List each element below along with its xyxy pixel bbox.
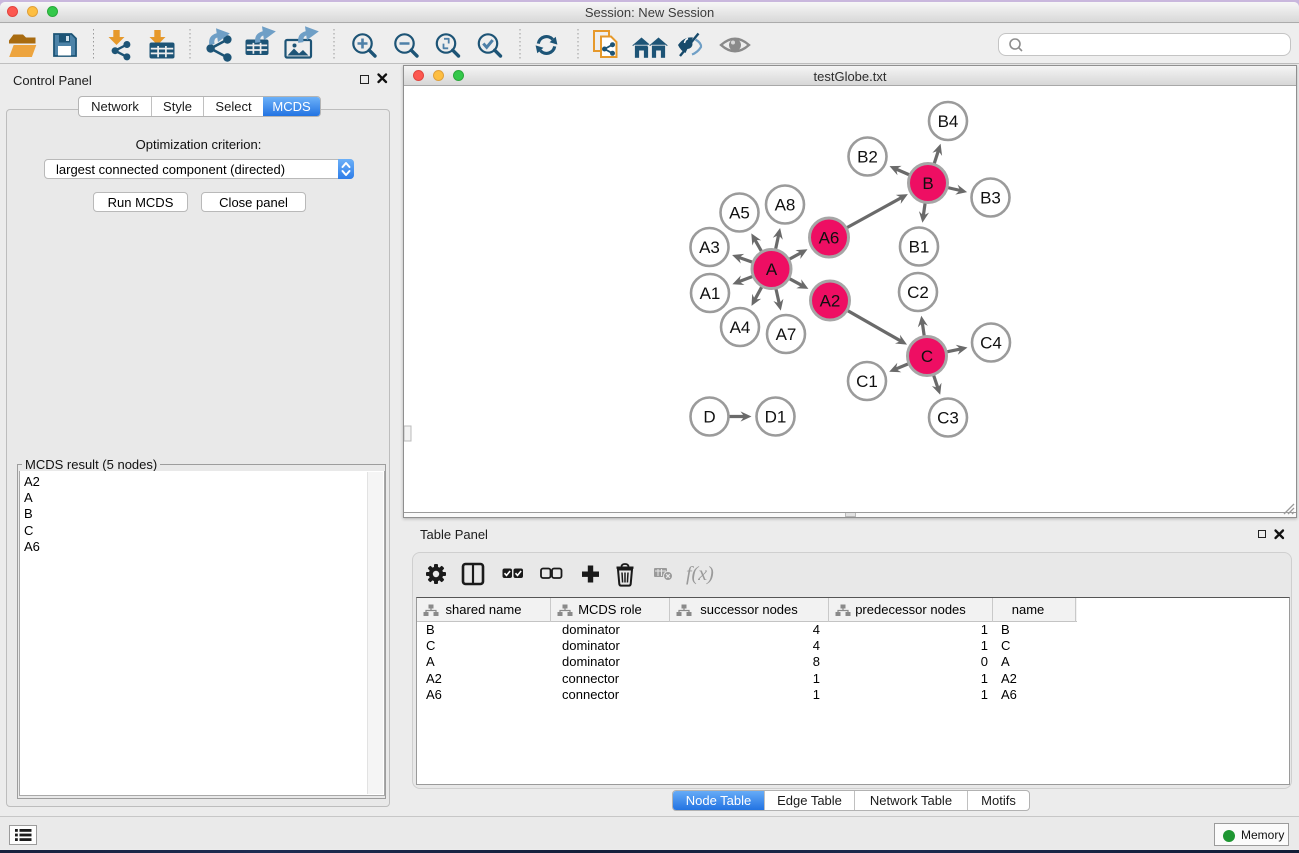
svg-text:C1: C1: [856, 372, 878, 391]
svg-text:A7: A7: [776, 325, 797, 344]
svg-text:D1: D1: [765, 408, 787, 427]
svg-text:A1: A1: [700, 284, 721, 303]
svg-text:f(x): f(x): [686, 563, 714, 585]
svg-text:B4: B4: [938, 112, 959, 131]
svg-text:A2: A2: [820, 292, 841, 311]
svg-text:C3: C3: [937, 409, 959, 428]
svg-text:A: A: [766, 260, 778, 279]
svg-text:B2: B2: [857, 148, 878, 167]
svg-text:C2: C2: [907, 283, 929, 302]
svg-text:A6: A6: [819, 229, 840, 248]
svg-text:C4: C4: [980, 334, 1002, 353]
svg-text:B: B: [922, 174, 933, 193]
svg-text:A3: A3: [699, 238, 720, 257]
svg-text:A4: A4: [730, 318, 751, 337]
svg-text:B1: B1: [909, 238, 930, 257]
svg-text:A5: A5: [729, 204, 750, 223]
svg-text:B3: B3: [980, 189, 1001, 208]
svg-text:A8: A8: [775, 196, 796, 215]
svg-text:D: D: [703, 408, 715, 427]
svg-text:C: C: [921, 347, 933, 366]
